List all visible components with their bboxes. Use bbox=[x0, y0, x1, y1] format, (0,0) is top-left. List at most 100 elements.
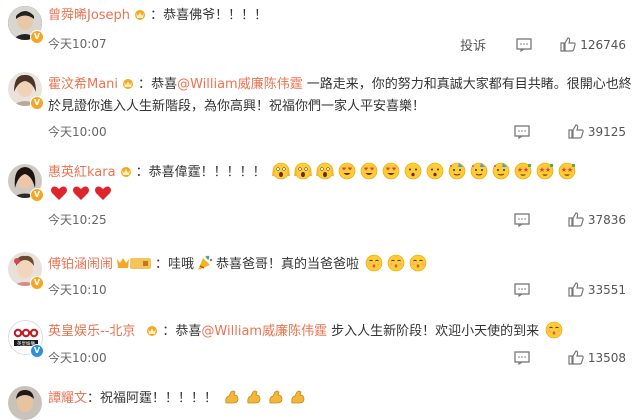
reply-icon[interactable] bbox=[514, 212, 530, 227]
comment-actions: 33551 bbox=[500, 282, 626, 297]
like-button[interactable]: 126746 bbox=[560, 37, 626, 52]
username[interactable]: 惠英紅kara bbox=[48, 165, 116, 180]
hushed-emoji-icon bbox=[426, 162, 444, 180]
comment-line: 惠英紅kara ：恭喜偉霆！！！！！ bbox=[48, 162, 626, 184]
reply-icon[interactable] bbox=[514, 282, 530, 297]
report-link[interactable]: 投诉 bbox=[460, 35, 486, 54]
like-button[interactable]: 39125 bbox=[568, 124, 626, 139]
party-popper-icon bbox=[198, 255, 213, 270]
thumbs-up-icon bbox=[560, 37, 576, 52]
avatar[interactable] bbox=[8, 386, 42, 420]
comment-text: 哇哦 bbox=[168, 257, 195, 272]
like-count: 13508 bbox=[587, 350, 626, 365]
like-button[interactable]: 33551 bbox=[568, 282, 626, 297]
comment-actions: 37836 bbox=[500, 212, 626, 227]
username[interactable]: 霍汶希Mani bbox=[48, 77, 118, 92]
heart-group bbox=[48, 186, 114, 202]
star-eyes-emoji-icon bbox=[514, 162, 532, 180]
separator: ： bbox=[162, 324, 176, 339]
comment-line: 霍汶希Mani ：恭喜@William威廉陈伟霆 一路走来，你的努力和真誠大家都有目… bbox=[48, 74, 632, 96]
thumbs-up-icon bbox=[568, 124, 584, 139]
comment-actions: 39125 bbox=[500, 124, 626, 139]
like-button[interactable]: 37836 bbox=[568, 212, 626, 227]
heart-eyes-emoji-icon bbox=[338, 162, 356, 180]
comment-actions: 13508 bbox=[500, 350, 626, 365]
comment-6: 譚耀文：祝福阿霆！！！！！ bbox=[0, 380, 640, 420]
kiss-emoji-icon bbox=[409, 254, 427, 272]
thumbs-up-icon bbox=[568, 212, 584, 227]
hushed-emoji-icon bbox=[404, 162, 422, 180]
username[interactable]: 曾舜晞Joseph bbox=[48, 8, 130, 23]
heart-emoji-icon bbox=[51, 186, 67, 200]
verified-badge: V bbox=[30, 30, 44, 44]
comment-line-2: 於見證你進入人生新階段，為你高興！祝福你們一家人平安喜樂！ bbox=[48, 96, 626, 118]
timestamp: 今天10:00 bbox=[48, 351, 107, 365]
separator: ： bbox=[150, 8, 164, 23]
kiss-emoji-icon bbox=[387, 254, 405, 272]
heart-emoji-icon bbox=[73, 186, 89, 200]
timestamp: 今天10:10 bbox=[48, 283, 107, 297]
heart-emoji-icon bbox=[95, 186, 111, 200]
party-emoji-icon bbox=[492, 162, 510, 180]
vip-level-badge-icon bbox=[117, 258, 152, 269]
comment-text: 恭喜 bbox=[151, 77, 178, 92]
comment-line: 譚耀文：祝福阿霆！！！！！ bbox=[48, 388, 626, 410]
hearts-line bbox=[48, 184, 626, 206]
scream-emoji-icon bbox=[271, 162, 290, 180]
muscle-emoji-icon bbox=[269, 390, 283, 404]
comment-text: 恭喜 bbox=[175, 324, 202, 339]
vip-crown-icon bbox=[135, 10, 146, 20]
party-emoji-icon bbox=[448, 162, 466, 180]
star-eyes-emoji-icon bbox=[536, 162, 554, 180]
like-count: 39125 bbox=[587, 124, 626, 139]
heart-eyes-emoji-icon bbox=[382, 162, 400, 180]
thumbs-up-icon bbox=[568, 350, 584, 365]
reply-icon[interactable] bbox=[516, 37, 532, 52]
scream-emoji-icon bbox=[293, 162, 312, 180]
comment-line: 傅铂涵闹闹 ：哇哦 恭喜爸哥！真的当爸爸啦 bbox=[48, 254, 626, 276]
comment-4: V 傅铂涵闹闹 ：哇哦 恭喜爸哥！真的当爸爸啦 今天10:10 33551 bbox=[0, 246, 640, 308]
thumbs-up-icon bbox=[568, 282, 584, 297]
kiss-emoji-icon bbox=[545, 321, 563, 339]
muscle-emoji-icon bbox=[225, 390, 239, 404]
timestamp: 今天10:25 bbox=[48, 213, 107, 227]
like-count: 33551 bbox=[587, 282, 626, 297]
muscle-emoji-icon bbox=[247, 390, 261, 404]
separator: ： bbox=[155, 257, 169, 272]
comment-text: 恭喜偉霆！！！！！ bbox=[148, 165, 266, 180]
emoji-group bbox=[543, 321, 565, 339]
kiss-emoji-icon bbox=[365, 254, 383, 272]
vip-crown-icon bbox=[147, 326, 158, 336]
separator: ： bbox=[87, 391, 101, 406]
timestamp: 今天10:07 bbox=[48, 37, 107, 51]
emoji-group bbox=[363, 254, 429, 272]
verified-badge: V bbox=[30, 344, 44, 358]
separator: ： bbox=[135, 165, 149, 180]
star-eyes-emoji-icon bbox=[558, 162, 576, 180]
vip-crown-icon bbox=[123, 79, 134, 89]
comment-1: V 曾舜晞Joseph ：恭喜佛爷！！！！ 今天10:07 投诉 126746 bbox=[0, 0, 640, 60]
comment-text: 一路走来，你的努力和真誠大家都有目共睹。很開心也終 bbox=[306, 77, 632, 92]
username[interactable]: 傅铂涵闹闹 bbox=[48, 257, 113, 272]
reply-icon[interactable] bbox=[514, 124, 530, 139]
emoji-group bbox=[270, 162, 578, 180]
comment-5: 英皇娛樂 V 英皇娱乐--北京 ：恭喜@William威廉陈伟霆 步入人生新阶段！欢… bbox=[0, 314, 640, 376]
mention-link[interactable]: @William威廉陈伟霆 bbox=[177, 77, 303, 92]
comment-3: V 惠英紅kara ：恭喜偉霆！！！！！ 今天10:25 37836 bbox=[0, 158, 640, 240]
comment-line: 英皇娱乐--北京 ：恭喜@William威廉陈伟霆 步入人生新阶段！欢迎小天使的到来 bbox=[48, 321, 626, 343]
username[interactable]: 譚耀文 bbox=[48, 391, 87, 406]
mention-link[interactable]: @William威廉陈伟霆 bbox=[201, 324, 327, 339]
emoji-group bbox=[221, 390, 309, 406]
verified-badge: V bbox=[30, 96, 44, 110]
vip-crown-icon bbox=[120, 167, 131, 177]
comment-2: V 霍汶希Mani ：恭喜@William威廉陈伟霆 一路走来，你的努力和真誠大家都… bbox=[0, 66, 640, 152]
like-count: 37836 bbox=[587, 212, 626, 227]
timestamp: 今天10:00 bbox=[48, 125, 107, 139]
like-button[interactable]: 13508 bbox=[568, 350, 626, 365]
reply-icon[interactable] bbox=[514, 350, 530, 365]
comment-text: 步入人生新阶段！欢迎小天使的到来 bbox=[331, 324, 540, 339]
heart-eyes-emoji-icon bbox=[360, 162, 378, 180]
party-emoji-icon bbox=[470, 162, 488, 180]
username[interactable]: 英皇娱乐--北京 bbox=[48, 324, 135, 339]
comment-actions: 投诉 126746 bbox=[446, 35, 626, 54]
